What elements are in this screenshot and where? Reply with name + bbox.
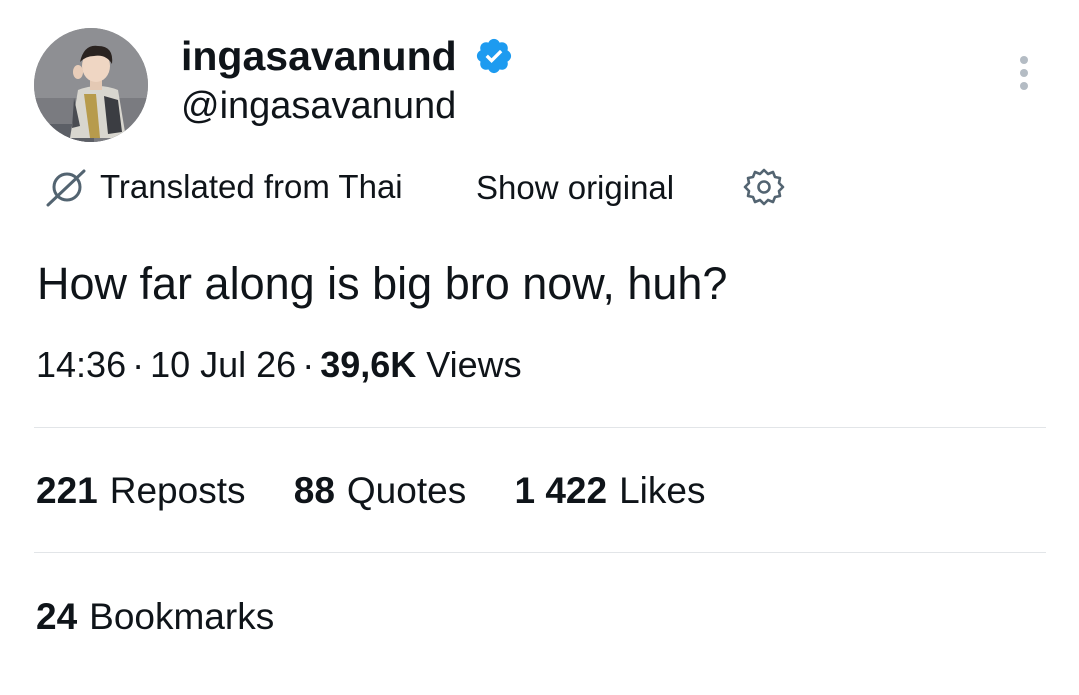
verified-badge-icon (476, 38, 512, 74)
more-options-icon (1020, 56, 1028, 90)
reposts-stat[interactable]: 221 Reposts (36, 468, 245, 514)
quotes-stat[interactable]: 88 Quotes (294, 468, 466, 514)
tweet-text: How far along is big bro now, huh? (37, 258, 728, 309)
quotes-label: Quotes (346, 470, 467, 511)
meta-separator: · (302, 344, 315, 385)
tweet-detail: ingasavanund @ingasavanund Translated fr… (0, 0, 1079, 695)
views-count: 39,6K (320, 344, 417, 385)
divider (34, 427, 1046, 428)
meta-separator: · (132, 344, 145, 385)
translated-from-label: Translated from Thai (100, 168, 403, 205)
gear-icon (743, 168, 785, 206)
tweet-meta: 14:36 · 10 Jul 26 · 39,6K Views (36, 343, 522, 387)
divider (34, 552, 1046, 553)
show-original-link[interactable]: Show original (476, 168, 674, 208)
bookmarks-label: Bookmarks (89, 596, 275, 637)
more-options-button[interactable] (1008, 54, 1040, 94)
likes-stat[interactable]: 1 422 Likes (514, 468, 705, 514)
quotes-count: 88 (293, 470, 335, 511)
reposts-label: Reposts (109, 470, 246, 511)
avatar[interactable] (34, 28, 148, 142)
tweet-time[interactable]: 14:36 (36, 344, 126, 385)
avatar-image (34, 28, 148, 142)
author-handle[interactable]: @ingasavanund (181, 84, 456, 128)
tweet-date[interactable]: 10 Jul 26 (150, 344, 296, 385)
translate-icon (46, 169, 86, 207)
author-display-name[interactable]: ingasavanund (181, 32, 457, 80)
likes-label: Likes (619, 470, 706, 511)
bookmarks-stat[interactable]: 24 Bookmarks (36, 594, 274, 640)
bookmarks-count: 24 (36, 596, 78, 637)
engagement-stats: 221 Reposts 88 Quotes 1 422 Likes (36, 468, 743, 514)
reposts-count: 221 (36, 470, 98, 511)
views-label: Views (426, 344, 522, 385)
translation-settings-button[interactable] (742, 165, 786, 209)
likes-count: 1 422 (514, 470, 608, 511)
